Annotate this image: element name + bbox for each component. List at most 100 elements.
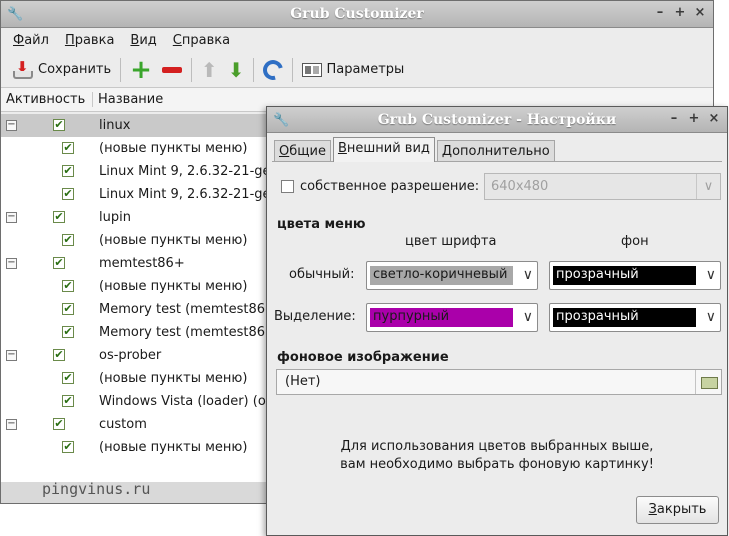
entry-name: os-prober — [99, 348, 162, 363]
entry-checkbox[interactable]: ✔ — [62, 395, 74, 407]
save-button[interactable]: ⬇ Сохранить — [7, 55, 116, 85]
arrow-down-icon: ⬇ — [227, 57, 245, 82]
entry-checkbox[interactable]: ✔ — [62, 280, 74, 292]
entry-checkbox[interactable]: ✔ — [62, 234, 74, 246]
normal-font-color-select[interactable]: светло-коричневый ∨ — [366, 261, 538, 290]
background-image-title: фоновое изображение — [277, 350, 449, 365]
chevron-down-icon: ∨ — [522, 309, 533, 325]
entry-name: (новые пункты меню) — [99, 233, 248, 248]
menu-colors-title: цвета меню — [277, 217, 366, 232]
entry-name: Linux Mint 9, 2.6.32-21-gen — [99, 187, 279, 202]
menu-view[interactable]: Вид — [122, 33, 164, 48]
entry-name: (новые пункты меню) — [99, 371, 248, 386]
column-active[interactable]: Активность — [1, 92, 93, 107]
color-swatch: пурпурный — [370, 308, 513, 327]
entry-name: memtest86+ — [99, 256, 185, 271]
entry-checkbox[interactable]: ✔ — [53, 211, 65, 223]
custom-resolution-label: собственное разрешение: — [300, 179, 480, 194]
entry-checkbox[interactable]: ✔ — [53, 349, 65, 361]
chevron-down-icon: ∨ — [522, 267, 533, 283]
highlight-label: Выделение: — [274, 309, 356, 324]
entry-checkbox[interactable]: ✔ — [53, 119, 65, 131]
chevron-down-icon: ∨ — [705, 309, 716, 325]
highlight-font-color-select[interactable]: пурпурный ∨ — [366, 303, 538, 332]
entry-name: Windows Vista (loader) (on — [99, 394, 275, 409]
tab-advanced[interactable]: Дополнительно — [436, 140, 555, 162]
entry-name: Linux Mint 9, 2.6.32-21-gen — [99, 164, 279, 179]
menu-file[interactable]: Файл — [5, 33, 57, 48]
refresh-icon — [259, 55, 288, 84]
expander-icon[interactable]: − — [6, 350, 17, 361]
background-header: фон — [621, 234, 649, 249]
hint-line-1: Для использования цветов выбранных выше, — [340, 439, 654, 454]
entry-checkbox[interactable]: ✔ — [62, 326, 74, 338]
save-icon: ⬇ — [12, 59, 34, 80]
entry-name: lupin — [99, 210, 131, 225]
font-color-header: цвет шрифта — [405, 234, 497, 249]
close-icon[interactable]: × — [693, 5, 707, 21]
menu-help[interactable]: Справка — [165, 33, 238, 48]
entry-name: (новые пункты меню) — [99, 141, 248, 156]
plus-icon: + — [130, 54, 152, 85]
entry-checkbox[interactable]: ✔ — [62, 188, 74, 200]
minimize-icon[interactable]: – — [667, 111, 681, 127]
watermark: pingvinus.ru — [42, 480, 151, 498]
tab-general[interactable]: Общие — [274, 140, 331, 162]
entry-checkbox[interactable]: ✔ — [62, 165, 74, 177]
menubar: Файл Правка Вид Справка — [1, 28, 713, 52]
entry-checkbox[interactable]: ✔ — [62, 372, 74, 384]
main-titlebar[interactable]: 🔧 Grub Customizer – + × — [1, 1, 713, 28]
dialog-title: Grub Customizer - Настройки — [377, 112, 617, 128]
close-icon[interactable]: × — [707, 111, 721, 127]
maximize-icon[interactable]: + — [687, 111, 701, 127]
expander-icon[interactable]: − — [6, 258, 17, 269]
close-button[interactable]: Закрыть — [636, 496, 719, 524]
entry-name: (новые пункты меню) — [99, 440, 248, 455]
entry-name: linux — [99, 118, 131, 133]
entry-checkbox[interactable]: ✔ — [53, 257, 65, 269]
normal-bg-color-select[interactable]: прозрачный ∨ — [549, 261, 721, 290]
entry-name: Memory test (memtest86+ — [99, 302, 276, 317]
toolbar-separator — [292, 57, 294, 82]
entry-checkbox[interactable]: ✔ — [62, 441, 74, 453]
toolbar-separator — [190, 57, 192, 82]
remove-button[interactable] — [157, 55, 187, 85]
minimize-icon[interactable]: – — [653, 5, 667, 21]
menu-edit[interactable]: Правка — [57, 33, 122, 48]
tab-bar: Общие Внешний вид Дополнительно — [274, 137, 557, 162]
folder-icon[interactable] — [695, 370, 721, 394]
tab-appearance[interactable]: Внешний вид — [332, 137, 435, 162]
color-swatch: светло-коричневый — [370, 266, 513, 285]
color-swatch: прозрачный — [553, 308, 696, 327]
dialog-titlebar[interactable]: 🔧 Grub Customizer - Настройки – + × — [267, 107, 727, 133]
entry-checkbox[interactable]: ✔ — [62, 303, 74, 315]
move-down-button[interactable]: ⬇ — [223, 55, 250, 85]
background-image-chooser[interactable]: (Нет) — [276, 369, 722, 395]
chevron-down-icon: ∨ — [696, 174, 720, 199]
expander-icon[interactable]: − — [6, 212, 17, 223]
expander-icon[interactable]: − — [6, 120, 17, 131]
chevron-down-icon: ∨ — [705, 267, 716, 283]
toolbar-separator — [120, 57, 122, 82]
add-button[interactable]: + — [125, 55, 157, 85]
entry-name: custom — [99, 417, 147, 432]
settings-button[interactable]: Параметры — [297, 55, 409, 85]
entry-name: Memory test (memtest86+ — [99, 325, 276, 340]
arrow-up-icon: ⬆ — [200, 57, 218, 82]
column-name[interactable]: Название — [93, 92, 163, 107]
color-swatch: прозрачный — [553, 266, 696, 285]
expander-icon[interactable]: − — [6, 419, 17, 430]
move-up-button[interactable]: ⬆ — [196, 55, 223, 85]
normal-label: обычный: — [289, 267, 355, 282]
entry-checkbox[interactable]: ✔ — [62, 142, 74, 154]
refresh-button[interactable] — [258, 55, 288, 85]
entry-name: (новые пункты меню) — [99, 279, 248, 294]
resolution-select[interactable]: 640x480 ∨ — [484, 173, 721, 200]
highlight-bg-color-select[interactable]: прозрачный ∨ — [549, 303, 721, 332]
entry-checkbox[interactable]: ✔ — [53, 418, 65, 430]
settings-icon — [302, 62, 323, 77]
window-title: Grub Customizer — [290, 6, 424, 22]
maximize-icon[interactable]: + — [673, 5, 687, 21]
custom-resolution-checkbox[interactable] — [281, 180, 294, 193]
toolbar-separator — [253, 57, 255, 82]
